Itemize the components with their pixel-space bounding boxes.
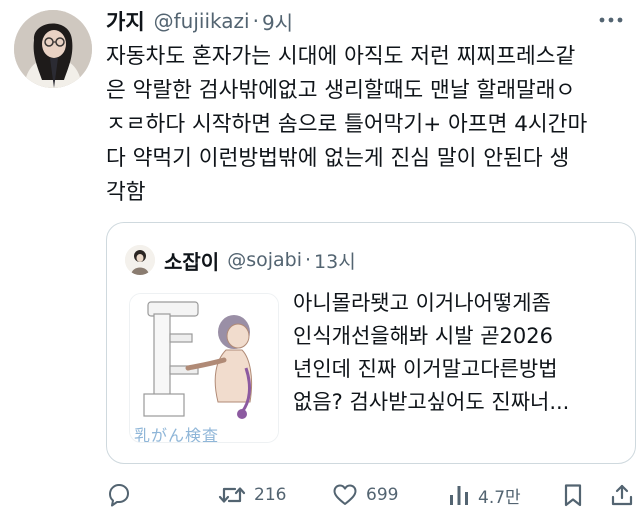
quoted-media-image[interactable]: 乳がん検査: [129, 293, 279, 443]
media-caption: 乳がん検査: [134, 426, 220, 443]
display-name[interactable]: 가지: [106, 6, 145, 36]
tweet: 가지 @fujiikazi · 9시 자동차도 혼자가는 시대에 아직도 저런 …: [0, 0, 640, 516]
quoted-tweet[interactable]: 소잡이 @sojabi · 13시 乳がん検査 아니몰라됏고 이거나어떻게좀 인…: [106, 222, 636, 464]
more-icon: [599, 17, 623, 23]
avatar-image: [14, 10, 92, 88]
share-button[interactable]: [610, 478, 634, 512]
quoted-separator-dot: ·: [305, 249, 312, 271]
bookmark-button[interactable]: [562, 478, 584, 512]
quoted-tweet-header: 소잡이 @sojabi · 13시: [125, 245, 356, 275]
action-bar: 216 699 4.7만: [0, 478, 640, 512]
more-options-button[interactable]: [596, 8, 626, 32]
quoted-display-name: 소잡이: [164, 249, 220, 274]
reply-icon: [109, 484, 129, 507]
quoted-post-time: 13시: [314, 250, 356, 273]
share-icon: [611, 484, 633, 506]
like-button[interactable]: 699: [332, 478, 398, 512]
reply-button[interactable]: [106, 478, 140, 512]
quoted-avatar-image: [125, 245, 155, 275]
mammography-illustration: [130, 294, 278, 442]
tweet-text: 자동차도 혼자가는 시대에 아직도 저런 찌찌프레스같 은 악랄한 검사밖에없고…: [106, 44, 588, 205]
retweet-count: 216: [254, 485, 287, 505]
quoted-user-handle: @sojabi: [227, 249, 302, 271]
separator-dot: ·: [252, 9, 259, 33]
like-count: 699: [366, 485, 399, 505]
views-icon: [450, 486, 468, 505]
post-time[interactable]: 9시: [262, 7, 293, 36]
bookmark-icon: [564, 484, 582, 507]
quoted-avatar: [125, 245, 155, 275]
views-button[interactable]: 4.7만: [448, 478, 521, 512]
quoted-tweet-text: 아니몰라됏고 이거나어떻게좀 인식개선을해봐 시발 곧2026 년인데 진짜 이…: [293, 291, 570, 414]
tweet-header: 가지 @fujiikazi · 9시: [106, 4, 293, 38]
retweet-button[interactable]: 216: [218, 478, 286, 512]
retweet-icon: [218, 487, 246, 503]
heart-icon: [333, 484, 357, 505]
user-handle[interactable]: @fujiikazi: [154, 9, 250, 33]
views-count: 4.7만: [478, 487, 521, 508]
avatar[interactable]: [14, 10, 92, 88]
